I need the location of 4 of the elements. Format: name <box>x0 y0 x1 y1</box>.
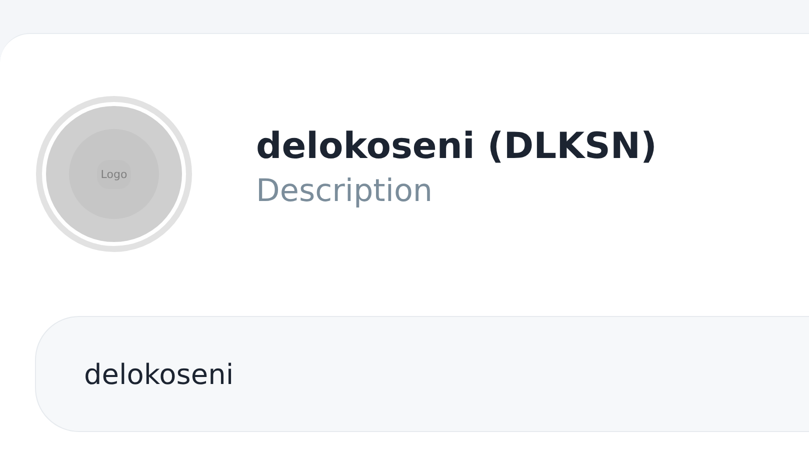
token-description: Description <box>256 172 434 208</box>
logo-label: Logo <box>96 160 132 188</box>
name-field[interactable]: delokoseni <box>35 316 809 432</box>
token-name: delokoseni (DLKSN) <box>256 126 657 166</box>
